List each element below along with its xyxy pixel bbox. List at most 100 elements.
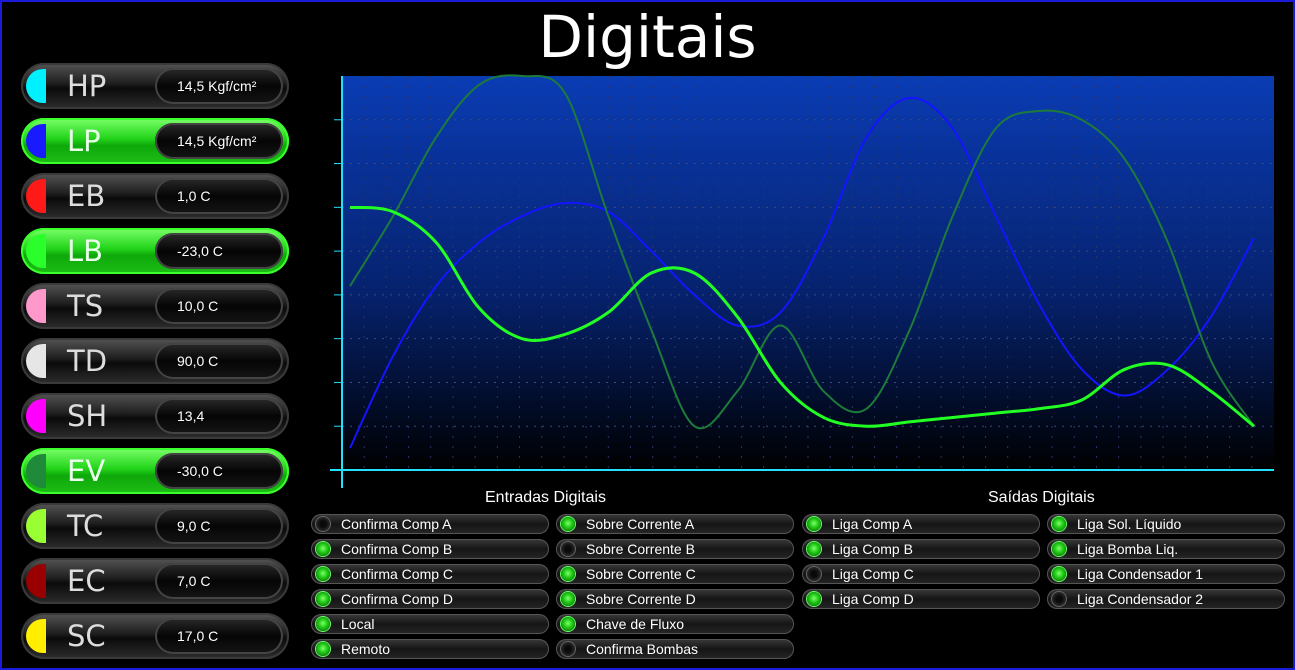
status-led-icon [316,517,330,531]
status-led-icon [1052,592,1066,606]
input-label: Confirma Comp C [341,566,454,582]
input-label: Remoto [341,641,391,657]
sensor-color-swatch [26,454,46,488]
sensor-value: 13,4 [177,408,205,424]
sensor-value: 9,0 C [177,518,211,534]
output-label: Liga Comp C [832,566,914,582]
input-item[interactable]: Sobre Corrente C [556,564,794,584]
sensor-lp[interactable]: LP 14,5 Kgf/cm² [21,118,289,164]
output-item[interactable]: Liga Condensador 1 [1047,564,1285,584]
input-item[interactable]: Remoto [311,639,549,659]
sensor-ec[interactable]: EC 7,0 C [21,558,289,604]
output-item[interactable]: Liga Comp B [802,539,1040,559]
sensor-value-display: -30,0 C [155,453,283,489]
status-led-icon [316,567,330,581]
sensor-value: 14,5 Kgf/cm² [177,133,257,149]
output-item[interactable]: Liga Condensador 2 [1047,589,1285,609]
output-label: Liga Comp D [832,591,914,607]
input-item[interactable]: Confirma Comp A [311,514,549,534]
sensor-tc[interactable]: TC 9,0 C [21,503,289,549]
status-led-icon [316,592,330,606]
input-label: Sobre Corrente B [586,541,695,557]
sensor-color-swatch [26,564,46,598]
status-led-icon [807,592,821,606]
sensor-value-display: 13,4 [155,398,283,434]
outputs-title: Saídas Digitais [988,489,1095,506]
sensor-name: TD [67,344,108,378]
sensor-td[interactable]: TD 90,0 C [21,338,289,384]
status-led-icon [807,542,821,556]
sensor-value-display: 10,0 C [155,288,283,324]
output-item[interactable]: Liga Comp C [802,564,1040,584]
sensor-color-swatch [26,234,46,268]
status-led-icon [561,617,575,631]
status-led-icon [1052,567,1066,581]
output-label: Liga Comp A [832,516,913,532]
input-label: Sobre Corrente A [586,516,695,532]
sensor-value: 90,0 C [177,353,219,369]
status-led-icon [561,517,575,531]
sensor-hp[interactable]: HP 14,5 Kgf/cm² [21,63,289,109]
sensor-name: EB [67,179,106,213]
sensor-value-display: 14,5 Kgf/cm² [155,123,283,159]
output-item[interactable]: Liga Comp A [802,514,1040,534]
input-item[interactable]: Confirma Bombas [556,639,794,659]
input-item[interactable]: Confirma Comp C [311,564,549,584]
status-led-icon [1052,517,1066,531]
sensor-value: -23,0 C [177,243,223,259]
input-item[interactable]: Sobre Corrente A [556,514,794,534]
sensor-sh[interactable]: SH 13,4 [21,393,289,439]
sensor-name: LP [67,124,101,158]
sensor-color-swatch [26,399,46,433]
sensor-lb[interactable]: LB -23,0 C [21,228,289,274]
sensor-ts[interactable]: TS 10,0 C [21,283,289,329]
sensor-value: 10,0 C [177,298,219,314]
sensor-eb[interactable]: EB 1,0 C [21,173,289,219]
input-label: Sobre Corrente C [586,566,696,582]
input-item[interactable]: Local [311,614,549,634]
sensor-name: TC [67,509,104,543]
plot-area [342,76,1274,470]
input-item[interactable]: Sobre Corrente D [556,589,794,609]
sensor-value: 7,0 C [177,573,211,589]
status-led-icon [316,542,330,556]
sensor-name: SH [67,399,108,433]
input-label: Confirma Comp D [341,591,454,607]
sensor-sc[interactable]: SC 17,0 C [21,613,289,659]
page-title: Digitais [538,3,757,71]
sensor-name: TS [67,289,104,323]
status-led-icon [807,517,821,531]
inputs-title: Entradas Digitais [485,489,606,506]
output-label: Liga Condensador 1 [1077,566,1204,582]
sensor-value: 1,0 C [177,188,211,204]
sensor-name: EC [67,564,106,598]
sensor-name: SC [67,619,106,653]
sensor-value: 14,5 Kgf/cm² [177,78,257,94]
sensor-ev[interactable]: EV -30,0 C [21,448,289,494]
sensor-value: 17,0 C [177,628,219,644]
input-label: Sobre Corrente D [586,591,696,607]
output-label: Liga Sol. Líquido [1077,516,1182,532]
sensor-color-swatch [26,289,46,323]
input-label: Local [341,616,375,632]
input-item[interactable]: Sobre Corrente B [556,539,794,559]
sensor-name: LB [67,234,104,268]
sensor-value-display: 7,0 C [155,563,283,599]
status-led-icon [1052,542,1066,556]
sensor-value-display: 90,0 C [155,343,283,379]
input-label: Confirma Comp B [341,541,453,557]
output-item[interactable]: Liga Sol. Líquido [1047,514,1285,534]
output-label: Liga Condensador 2 [1077,591,1204,607]
input-item[interactable]: Chave de Fluxo [556,614,794,634]
sensor-name: EV [67,454,106,488]
status-led-icon [561,567,575,581]
status-led-icon [561,542,575,556]
input-item[interactable]: Confirma Comp D [311,589,549,609]
sensor-value-display: -23,0 C [155,233,283,269]
input-label: Chave de Fluxo [586,616,685,632]
status-led-icon [561,592,575,606]
output-item[interactable]: Liga Bomba Liq. [1047,539,1285,559]
sensor-value-display: 14,5 Kgf/cm² [155,68,283,104]
input-item[interactable]: Confirma Comp B [311,539,549,559]
output-item[interactable]: Liga Comp D [802,589,1040,609]
